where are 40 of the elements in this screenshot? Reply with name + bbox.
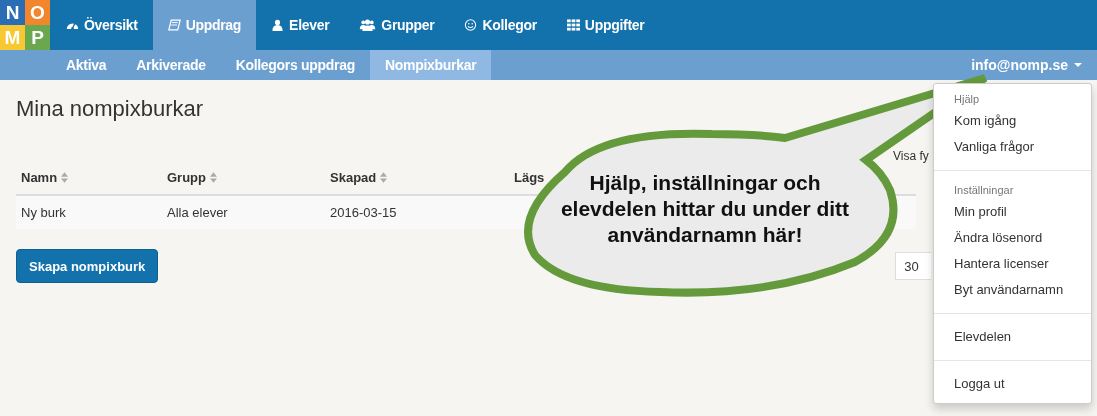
- menu-item[interactable]: Hantera licenser: [934, 251, 1091, 277]
- table-cell-text: Ny burk: [20, 204, 67, 222]
- sort-icon: [380, 171, 388, 183]
- menu-item[interactable]: Logga ut: [934, 371, 1091, 397]
- column-header[interactable]: Skapad: [325, 160, 509, 194]
- logo-letter: M: [0, 25, 25, 50]
- users-icon: [359, 19, 377, 31]
- column-header[interactable]: Lägs: [509, 160, 545, 194]
- table-cell-text: Alla elever: [166, 204, 229, 222]
- menu-item[interactable]: Vanliga frågor: [934, 134, 1091, 160]
- page-title: Mina nompixburkar: [16, 96, 204, 123]
- user-icon: [271, 19, 285, 31]
- grid-icon: [566, 19, 580, 31]
- caret-icon: [1074, 63, 1082, 67]
- menu-item[interactable]: Elevdelen: [934, 324, 1091, 350]
- count-field[interactable]: 30: [895, 252, 932, 280]
- menu-item[interactable]: Kom igång: [934, 108, 1091, 134]
- smiley-icon: [464, 19, 478, 31]
- logo-letter: O: [25, 0, 50, 25]
- nav-tab[interactable]: Elever: [256, 0, 345, 50]
- book-icon: [167, 19, 181, 31]
- column-header[interactable]: Namn: [16, 160, 162, 194]
- menu-section-header: Hjälp: [953, 92, 981, 107]
- menu-item[interactable]: Byt användarnamn: [934, 277, 1091, 303]
- logo-letter: P: [25, 25, 50, 50]
- menu-item[interactable]: Ändra lösenord: [934, 225, 1091, 251]
- sort-icon: [61, 171, 69, 183]
- table-cell-text: 2016-03-15: [329, 204, 398, 222]
- column-header[interactable]: Grupp: [162, 160, 325, 194]
- logo-letter: N: [0, 0, 25, 25]
- nav-tab[interactable]: Kollegor: [449, 0, 552, 50]
- menu-section-header: Inställningar: [953, 183, 1015, 198]
- nav-tab[interactable]: Grupper: [344, 0, 450, 50]
- filter-label: Visa fy: [893, 149, 929, 163]
- create-button[interactable]: Skapa nompixburk: [16, 249, 159, 283]
- menu-item[interactable]: Min profil: [934, 199, 1091, 225]
- nav-tab[interactable]: Uppgifter: [551, 0, 660, 50]
- callout-text: Hjälp, inställningar och elevdelen hittar du under ditt användarnamn här!: [559, 170, 851, 248]
- sort-icon: [210, 171, 217, 183]
- nav-tab[interactable]: Översikt: [51, 0, 153, 50]
